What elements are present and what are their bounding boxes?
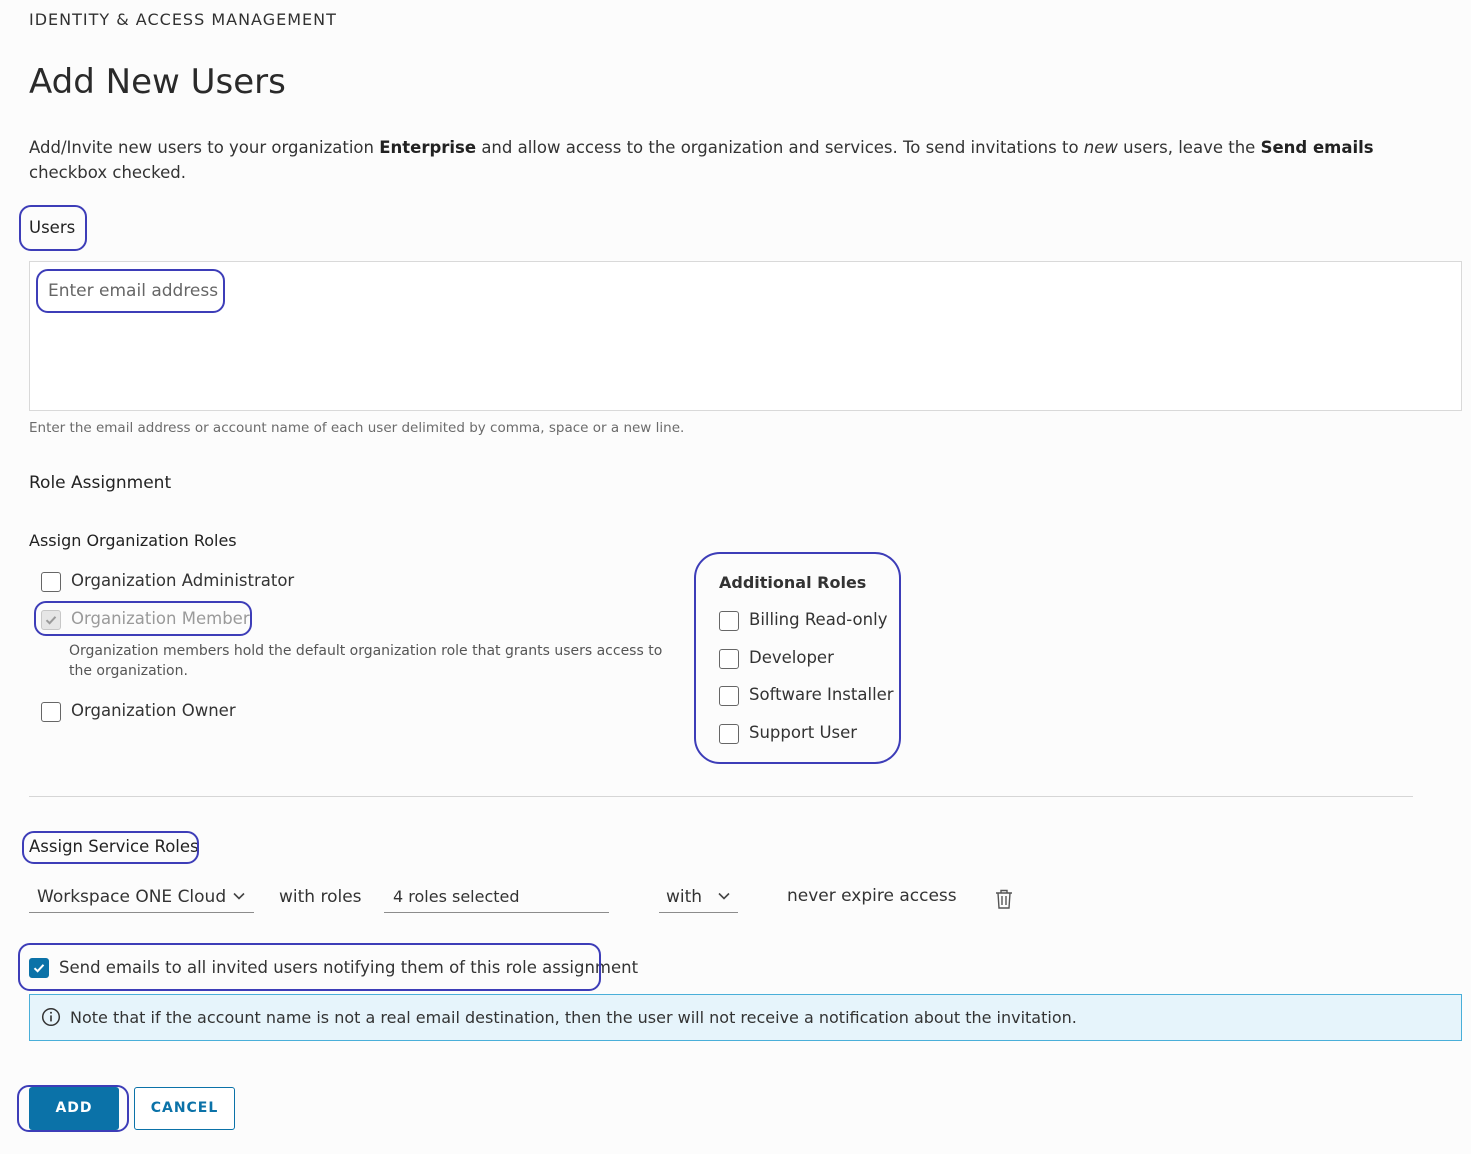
org-member-label: Organization Member: [71, 609, 250, 628]
expiry-text: never expire access: [787, 886, 957, 906]
org-admin-label[interactable]: Organization Administrator: [71, 571, 294, 590]
send-emails-checkbox[interactable]: [29, 958, 49, 978]
info-alert: Note that if the account name is not a r…: [29, 994, 1462, 1041]
software-installer-checkbox[interactable]: [719, 686, 739, 706]
email-input-hint: Enter the email address or account name …: [29, 420, 685, 436]
chevron-down-icon: [718, 892, 730, 900]
chevron-down-icon: [233, 892, 245, 900]
developer-label[interactable]: Developer: [749, 648, 834, 667]
org-admin-checkbox[interactable]: [41, 572, 61, 592]
additional-roles-title: Additional Roles: [719, 573, 867, 592]
with-roles-label: with roles: [279, 887, 362, 907]
org-name: Enterprise: [379, 138, 477, 157]
support-user-checkbox[interactable]: [719, 724, 739, 744]
service-roles-title: Assign Service Roles: [29, 837, 199, 856]
service-select-value: Workspace ONE Cloud: [37, 887, 227, 907]
org-roles-title: Assign Organization Roles: [29, 531, 237, 550]
page-eyebrow: IDENTITY & ACCESS MANAGEMENT: [29, 10, 337, 29]
org-member-checkbox: [41, 610, 61, 630]
email-input[interactable]: [30, 262, 1461, 410]
cancel-button[interactable]: CANCEL: [134, 1087, 235, 1130]
billing-readonly-checkbox[interactable]: [719, 611, 739, 631]
checkmark-icon: [33, 964, 45, 973]
trash-icon[interactable]: [995, 889, 1013, 909]
support-user-label[interactable]: Support User: [749, 723, 857, 742]
send-emails-term: Send emails: [1260, 138, 1374, 157]
description-text: and allow access to the organization and…: [476, 138, 1084, 157]
section-divider: [29, 796, 1413, 797]
software-installer-label[interactable]: Software Installer: [749, 685, 894, 704]
description-text: Add/Invite new users to your organizatio…: [29, 138, 380, 157]
role-assignment-title: Role Assignment: [29, 473, 172, 493]
org-owner-label[interactable]: Organization Owner: [71, 701, 236, 720]
description-text: users, leave the: [1117, 138, 1261, 157]
info-alert-text: Note that if the account name is not a r…: [70, 1008, 1077, 1027]
billing-readonly-label[interactable]: Billing Read-only: [749, 610, 887, 629]
service-select[interactable]: Workspace ONE Cloud: [29, 880, 254, 913]
page-description: Add/Invite new users to your organizatio…: [29, 135, 1429, 185]
developer-checkbox[interactable]: [719, 649, 739, 669]
roles-select-value: 4 roles selected: [393, 887, 520, 906]
page-title: Add New Users: [29, 62, 286, 102]
send-emails-label[interactable]: Send emails to all invited users notifyi…: [59, 958, 638, 977]
org-member-help: Organization members hold the default or…: [69, 643, 663, 679]
description-text: checkbox checked.: [29, 163, 186, 182]
roles-select[interactable]: 4 roles selected: [384, 880, 609, 913]
expiry-mode-select[interactable]: with: [659, 880, 738, 913]
expiry-mode-value: with: [666, 887, 703, 907]
add-button[interactable]: ADD: [29, 1087, 119, 1130]
users-label: Users: [29, 218, 76, 237]
checkmark-icon: [45, 616, 57, 625]
new-word: new: [1083, 138, 1118, 157]
info-icon: [41, 1007, 61, 1027]
email-input-box: [29, 261, 1462, 411]
org-owner-checkbox[interactable]: [41, 702, 61, 722]
